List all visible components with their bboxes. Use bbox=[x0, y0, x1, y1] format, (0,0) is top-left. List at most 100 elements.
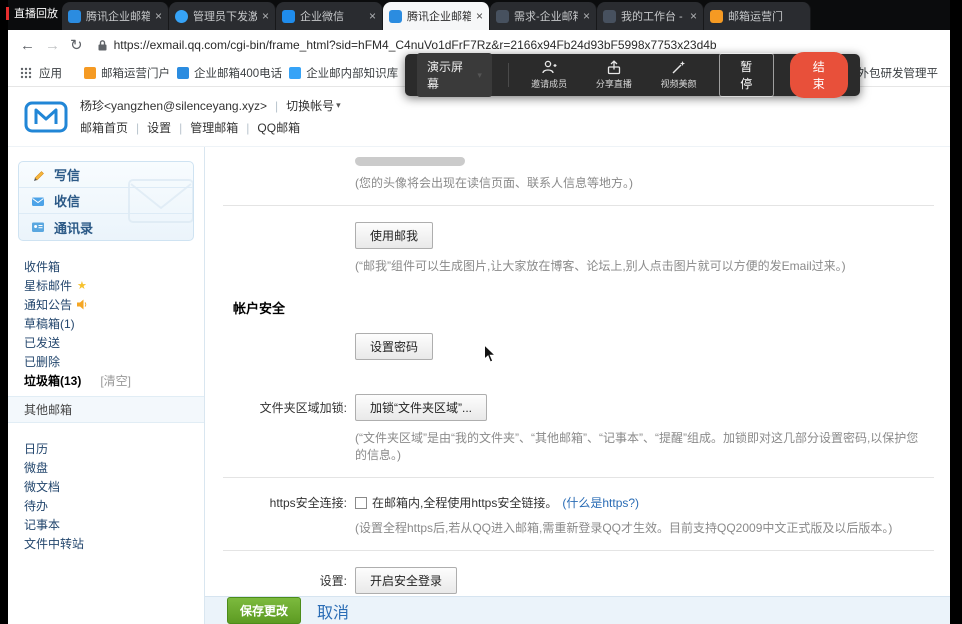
share-icon bbox=[606, 60, 622, 75]
switch-account-link[interactable]: 切换帐号 ▾ bbox=[286, 97, 341, 114]
receive-button[interactable]: 收信 bbox=[19, 188, 193, 214]
tab-activation[interactable]: 管理员下发激活码 × bbox=[169, 2, 276, 30]
sidebar-item-calendar[interactable]: 日历 bbox=[8, 439, 204, 458]
sidebar-item-notes[interactable]: 记事本 bbox=[8, 515, 204, 534]
separator: | bbox=[275, 99, 278, 113]
sidebar-item-docs[interactable]: 微文档 bbox=[8, 477, 204, 496]
share-live-button[interactable]: 分享直播 bbox=[590, 60, 639, 90]
app-label: 记事本 bbox=[24, 516, 60, 533]
toolbar-divider bbox=[508, 63, 509, 87]
invite-person-icon bbox=[541, 60, 557, 75]
empty-junk-link[interactable]: [清空] bbox=[100, 372, 131, 389]
cancel-link[interactable]: 取消 bbox=[317, 599, 349, 623]
inbox-icon bbox=[31, 194, 45, 208]
account-security-title: 帐户安全 bbox=[233, 298, 950, 317]
separator: | bbox=[179, 121, 182, 135]
bookmark-favicon bbox=[177, 67, 189, 79]
use-mailme-button[interactable]: 使用邮我 bbox=[355, 222, 433, 249]
app-label: 日历 bbox=[24, 440, 48, 457]
set-password-button[interactable]: 设置密码 bbox=[355, 333, 433, 360]
video-beauty-button[interactable]: 视频美颜 bbox=[654, 60, 703, 90]
separator: | bbox=[136, 121, 139, 135]
chevron-down-icon: ▾ bbox=[477, 70, 482, 81]
activation-favicon bbox=[175, 10, 188, 23]
tab-title: 需求-企业邮箱-TA bbox=[514, 8, 578, 24]
end-button[interactable]: 结束 bbox=[790, 52, 849, 98]
bookmark-400-hotline[interactable]: 企业邮箱400电话 bbox=[177, 65, 282, 81]
bookmark-label: 企业邮箱400电话 bbox=[194, 65, 282, 81]
tab-close-icon[interactable]: × bbox=[369, 10, 376, 22]
account-line: 杨珍<yangzhen@silenceyang.xyz> | 切换帐号 ▾ bbox=[80, 97, 341, 114]
invite-member-button[interactable]: 邀请成员 bbox=[525, 60, 574, 90]
tab-close-icon[interactable]: × bbox=[155, 10, 162, 22]
tab-close-icon[interactable]: × bbox=[583, 10, 590, 22]
mail-nav-qqmail[interactable]: QQ邮箱 bbox=[257, 119, 300, 136]
folder-inbox[interactable]: 收件箱 bbox=[8, 257, 204, 276]
divider bbox=[223, 477, 934, 478]
https-checkbox[interactable] bbox=[355, 497, 367, 509]
padlock-icon bbox=[97, 39, 108, 52]
folder-junk[interactable]: 垃圾箱(13) [清空] bbox=[8, 371, 204, 390]
enable-secure-login-button[interactable]: 开启安全登录 bbox=[355, 567, 457, 594]
https-label: https安全连接: bbox=[205, 494, 355, 511]
contacts-button[interactable]: 通讯录 bbox=[19, 214, 193, 240]
folder-deleted[interactable]: 已删除 bbox=[8, 352, 204, 371]
folder-lock-label: 文件夹区域加锁: bbox=[205, 399, 355, 416]
secure-login-row: 设置: 开启安全登录 bbox=[205, 567, 950, 594]
tab-close-icon[interactable]: × bbox=[690, 10, 697, 22]
other-mailbox-section[interactable]: 其他邮箱 bbox=[8, 396, 204, 423]
folder-lock-note: (“文件夹区域”是由“我的文件夹”、“其他邮箱”、“记事本”、“提醒”组成。加锁… bbox=[355, 429, 950, 463]
apps-grid-icon[interactable] bbox=[20, 67, 32, 79]
sidebar-item-todo[interactable]: 待办 bbox=[8, 496, 204, 515]
tab-wecom[interactable]: 企业微信 × bbox=[276, 2, 383, 30]
mail-nav-settings[interactable]: 设置 bbox=[147, 119, 171, 136]
star-icon: ★ bbox=[77, 279, 87, 292]
folder-announcements[interactable]: 通知公告 bbox=[8, 295, 204, 314]
tab-close-icon[interactable]: × bbox=[476, 10, 483, 22]
tab-strip: 腾讯企业邮箱 × 管理员下发激活码 × 企业微信 × 腾讯企业邮箱 - 邮 × … bbox=[8, 0, 950, 30]
divider bbox=[223, 205, 934, 206]
sidebar-item-drive[interactable]: 微盘 bbox=[8, 458, 204, 477]
share-screen-dropdown[interactable]: 演示屏幕 ▾ bbox=[417, 53, 492, 97]
folder-label: 已删除 bbox=[24, 353, 60, 370]
sidebar-item-file-transfer[interactable]: 文件中转站 bbox=[8, 534, 204, 553]
compose-button[interactable]: 写信 bbox=[19, 162, 193, 188]
ops-favicon bbox=[710, 10, 723, 23]
tab-title: 我的工作台 - TAP bbox=[621, 8, 685, 24]
tab-workbench[interactable]: 我的工作台 - TAP × bbox=[597, 2, 704, 30]
mail-nav-admin[interactable]: 管理邮箱 bbox=[190, 119, 238, 136]
contacts-icon bbox=[31, 220, 45, 234]
tab-tapd-requirement[interactable]: 需求-企业邮箱-TA × bbox=[490, 2, 597, 30]
folder-drafts[interactable]: 草稿箱(1) bbox=[8, 314, 204, 333]
chevron-down-icon: ▾ bbox=[336, 100, 341, 111]
apps-label[interactable]: 应用 bbox=[39, 65, 62, 81]
tab-exmail-active[interactable]: 腾讯企业邮箱 - 邮 × bbox=[383, 2, 490, 30]
forward-button[interactable]: → bbox=[45, 38, 60, 53]
reload-button[interactable]: ↻ bbox=[70, 38, 83, 53]
back-button[interactable]: ← bbox=[20, 38, 35, 53]
tab-close-icon[interactable]: × bbox=[262, 10, 269, 22]
tab-exmail-1[interactable]: 腾讯企业邮箱 × bbox=[62, 2, 169, 30]
speaker-icon bbox=[77, 299, 88, 310]
folder-label: 垃圾箱(13) bbox=[24, 372, 81, 389]
tapd-favicon bbox=[496, 10, 509, 23]
receive-label: 收信 bbox=[54, 191, 80, 210]
bookmark-knowledge-base[interactable]: 企业邮内部知识库 bbox=[289, 65, 398, 81]
bookmark-ops-portal[interactable]: 邮箱运营门户 bbox=[84, 65, 170, 81]
what-is-https-link[interactable]: (什么是https?) bbox=[562, 494, 639, 511]
app-label: 待办 bbox=[24, 497, 48, 514]
save-button[interactable]: 保存更改 bbox=[227, 597, 301, 624]
lock-folder-button[interactable]: 加锁“文件夹区域”... bbox=[355, 394, 487, 421]
live-replay-label: 直播回放 bbox=[14, 5, 58, 21]
tab-title: 腾讯企业邮箱 bbox=[86, 8, 150, 24]
folder-starred[interactable]: 星标邮件 ★ bbox=[8, 276, 204, 295]
compose-label: 写信 bbox=[54, 165, 80, 184]
pause-button[interactable]: 暂停 bbox=[719, 53, 774, 97]
sidebar-apps-list: 日历 微盘 微文档 待办 记事本 文件中转站 bbox=[8, 439, 204, 553]
bookmark-label: 企业邮内部知识库 bbox=[306, 65, 398, 81]
mail-nav-home[interactable]: 邮箱首页 bbox=[80, 119, 128, 136]
header-lines: 杨珍<yangzhen@silenceyang.xyz> | 切换帐号 ▾ 邮箱… bbox=[80, 97, 341, 136]
switch-account-label: 切换帐号 bbox=[286, 97, 334, 114]
folder-sent[interactable]: 已发送 bbox=[8, 333, 204, 352]
tab-ops-portal[interactable]: 邮箱运营门 bbox=[704, 2, 811, 30]
